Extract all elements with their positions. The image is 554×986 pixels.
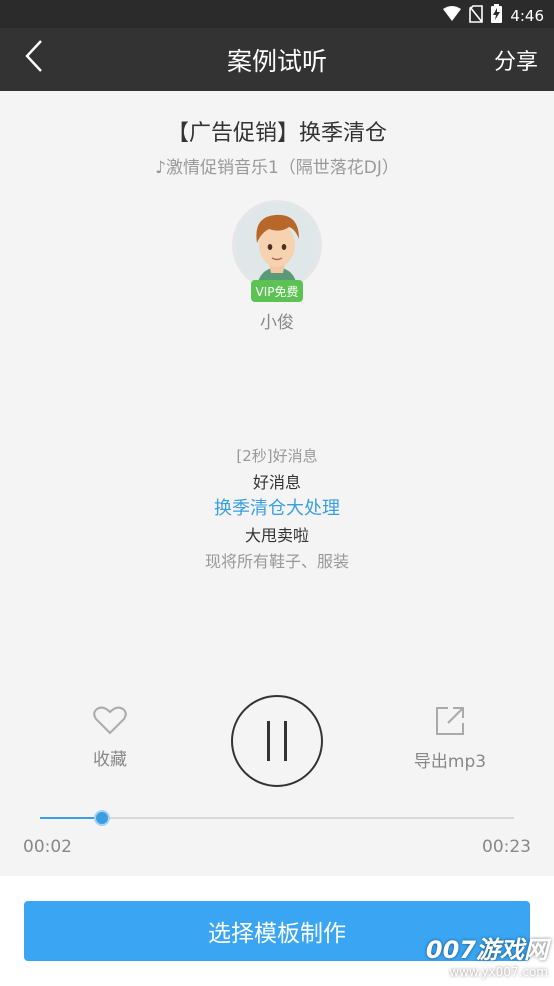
export-label: 导出mp3: [413, 752, 487, 772]
singer-name: 小俊: [260, 313, 294, 333]
favorite-label: 收藏: [93, 750, 127, 770]
share-button[interactable]: 分享: [494, 44, 538, 76]
watermark: 007游戏网 www.yx007.com: [426, 930, 548, 979]
progress-track[interactable]: [40, 810, 514, 826]
progress-knob[interactable]: [93, 810, 110, 826]
no-sim-icon: [469, 4, 484, 27]
share-out-icon: [434, 707, 466, 741]
status-bar: 4:46: [0, 0, 554, 28]
wifi-icon: [443, 5, 462, 26]
play-pause-button[interactable]: [231, 695, 323, 787]
song-title: 【广告促销】换季清仓: [166, 121, 387, 146]
total-time: 00:23: [482, 837, 531, 857]
export-mp3-button[interactable]: 导出mp3: [405, 705, 495, 772]
lyric-line: 好消息: [252, 472, 301, 492]
progress-fill: [40, 817, 102, 819]
watermark-brand: 007游戏网: [425, 936, 548, 964]
paused-icon-bar: [284, 721, 287, 761]
singer-avatar[interactable]: [232, 200, 322, 290]
song-subtitle: ♪激情促销音乐1（隔世落花DJ）: [155, 158, 399, 178]
status-time: 4:46: [510, 6, 544, 25]
heart-icon: [93, 706, 127, 739]
battery-charging-icon: [491, 4, 503, 27]
favorite-button[interactable]: 收藏: [80, 705, 140, 770]
page-title: 案例试听: [226, 47, 327, 76]
lyric-line-current: 换季清仓大处理: [214, 498, 340, 519]
avatar-portrait: [235, 203, 319, 287]
lyrics-panel: [2秒]好消息 好消息 换季清仓大处理 大甩卖啦 现将所有鞋子、服装: [0, 443, 554, 576]
current-time: 00:02: [23, 837, 72, 857]
watermark-url: www.yx007.com: [449, 965, 548, 979]
playback-controls: 收藏 导出mp3: [0, 690, 554, 790]
chevron-left-icon: [24, 39, 44, 77]
app-bar: 案例试听 分享: [0, 28, 554, 91]
status-icons: 4:46: [443, 4, 544, 27]
lyric-line: [2秒]好消息: [236, 447, 318, 465]
back-button[interactable]: [14, 38, 54, 78]
lyric-line: 大甩卖啦: [244, 525, 309, 545]
vip-badge: VIP免费: [251, 280, 303, 302]
lyric-line: 现将所有鞋子、服装: [204, 552, 349, 571]
paused-icon: [267, 721, 270, 761]
